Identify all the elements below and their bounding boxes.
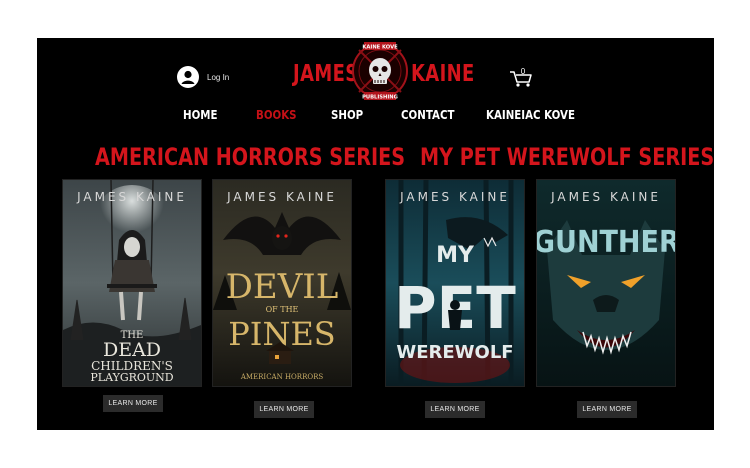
book-cover-gunther[interactable]: GUNTHER JAMES KAINE [537, 180, 675, 386]
logo-text-top: KAINE KOVE [362, 45, 398, 51]
book4-title-line1: GUNTHER [537, 225, 675, 260]
publisher-skull-logo[interactable]: KAINE KOVE PUBLISHING [349, 40, 411, 102]
book-cover-my-pet-werewolf[interactable]: MY PET WEREWOLF JAMES KAINE [386, 180, 524, 386]
book1-title-line4: PLAYGROUND [90, 371, 173, 384]
shopping-cart-icon[interactable]: 0 [509, 66, 533, 88]
cover-art-werewolf-face: GUNTHER [537, 180, 675, 386]
book2-series-tag: AMERICAN HORRORS [240, 373, 324, 381]
book1-title-line2: DEAD [103, 339, 161, 361]
book2-title-line1: DEVIL [226, 267, 339, 307]
learn-more-button-devil-of-the-pines[interactable]: LEARN MORE [254, 401, 314, 418]
book2-title-line2: OF THE [266, 305, 299, 314]
nav-kaineiac-kove[interactable]: KAINEIAC KOVE [486, 107, 575, 122]
nav-shop[interactable]: SHOP [331, 107, 363, 122]
cover-art-child-on-swing: THE DEAD CHILDREN'S PLAYGROUND [63, 180, 201, 386]
book3-title-line1: MY [436, 243, 475, 268]
book-cover-devil-of-the-pines[interactable]: DEVIL OF THE PINES AMERICAN HORRORS JAME… [213, 180, 351, 386]
book-cover-dead-childrens-playground[interactable]: THE DEAD CHILDREN'S PLAYGROUND JAMES KAI… [63, 180, 201, 386]
book4-author: JAMES KAINE [551, 190, 661, 204]
login-label: Log In [207, 72, 230, 82]
series-title-american-horrors: AMERICAN HORRORS SERIES [95, 143, 406, 171]
cart-count: 0 [521, 67, 526, 76]
brand-name-last[interactable]: KAINE [411, 61, 475, 87]
cover-art-winged-devil: DEVIL OF THE PINES AMERICAN HORRORS [213, 180, 351, 386]
cover-art-werewolf-forest: MY PET WEREWOLF [386, 180, 524, 386]
nav-books[interactable]: BOOKS [256, 107, 297, 122]
main-nav: HOME BOOKS SHOP CONTACT KAINEIAC KOVE [37, 107, 714, 123]
book3-author: JAMES KAINE [400, 190, 510, 204]
book3-title-line3: WEREWOLF [396, 342, 513, 363]
site-frame: Log In JAMES KAINE KOVE PUBLISHING KAINE… [37, 38, 714, 430]
learn-more-button-gunther[interactable]: LEARN MORE [577, 401, 637, 418]
book2-author: JAMES KAINE [227, 190, 337, 204]
user-avatar-icon [177, 66, 199, 88]
book1-author: JAMES KAINE [77, 190, 187, 204]
login-button[interactable]: Log In [177, 66, 229, 88]
series-title-my-pet-werewolf: MY PET WEREWOLF SERIES [420, 143, 714, 171]
learn-more-button-dead-childrens-playground[interactable]: LEARN MORE [103, 395, 163, 412]
learn-more-button-my-pet-werewolf[interactable]: LEARN MORE [425, 401, 485, 418]
nav-home[interactable]: HOME [183, 107, 218, 122]
nav-contact[interactable]: CONTACT [401, 107, 454, 122]
logo-text-bottom: PUBLISHING [362, 95, 398, 101]
